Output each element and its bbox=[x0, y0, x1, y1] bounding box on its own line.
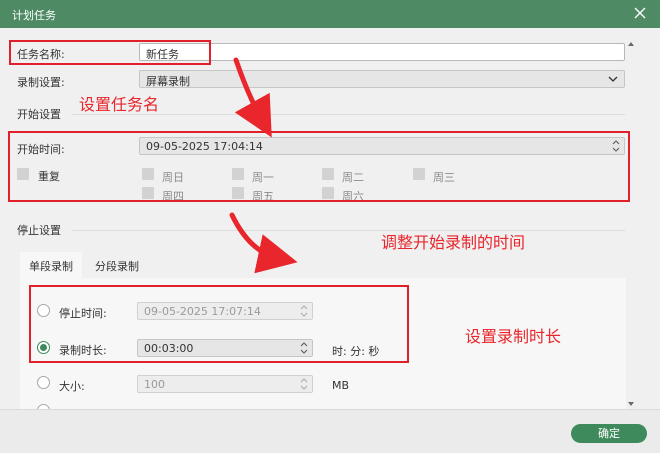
arrow-to-stop-settings bbox=[229, 212, 298, 274]
arrow-to-start-time bbox=[233, 57, 272, 138]
ok-button[interactable]: 确定 bbox=[571, 424, 647, 443]
annotation-arrows bbox=[229, 57, 298, 274]
footer-bar bbox=[0, 409, 660, 453]
